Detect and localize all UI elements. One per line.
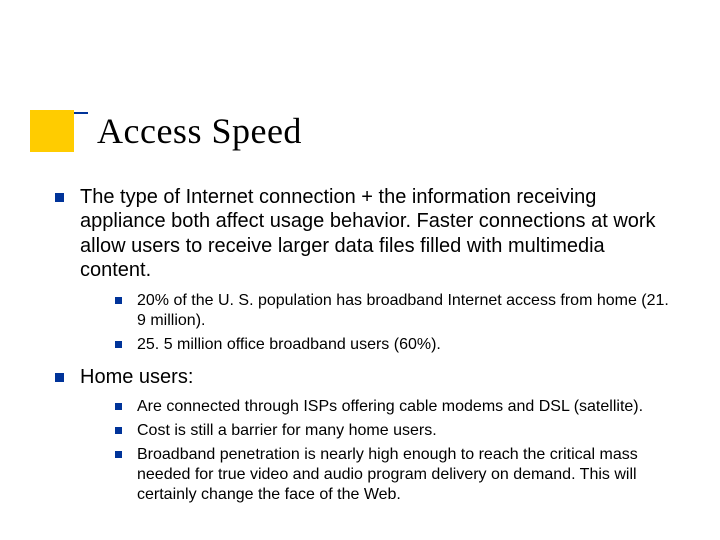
slide-title: Access Speed xyxy=(97,110,302,152)
sub-bullet-item: Are connected through ISPs offering cabl… xyxy=(115,397,675,417)
accent-line xyxy=(74,112,88,114)
sub-bullet-text: Are connected through ISPs offering cabl… xyxy=(137,398,643,415)
slide: Access Speed The type of Internet connec… xyxy=(0,0,720,540)
sub-bullet-item: Cost is still a barrier for many home us… xyxy=(115,421,675,441)
sub-bullet-item: Broadband penetration is nearly high eno… xyxy=(115,445,675,505)
sub-bullet-item: 25. 5 million office broadband users (60… xyxy=(115,335,675,355)
sub-bullet-text: Broadband penetration is nearly high eno… xyxy=(137,446,638,503)
sub-bullet-text: 20% of the U. S. population has broadban… xyxy=(137,292,669,329)
bullet-text: Home users: xyxy=(80,366,193,388)
bullet-item: The type of Internet connection + the in… xyxy=(55,185,675,355)
bullet-item: Home users: Are connected through ISPs o… xyxy=(55,365,675,505)
bullet-list-level2: 20% of the U. S. population has broadban… xyxy=(80,291,675,355)
sub-bullet-text: 25. 5 million office broadband users (60… xyxy=(137,336,441,353)
sub-bullet-item: 20% of the U. S. population has broadban… xyxy=(115,291,675,331)
accent-block xyxy=(30,110,74,152)
bullet-list-level2: Are connected through ISPs offering cabl… xyxy=(80,397,675,505)
sub-bullet-text: Cost is still a barrier for many home us… xyxy=(137,422,437,439)
slide-body: The type of Internet connection + the in… xyxy=(55,185,675,515)
bullet-list-level1: The type of Internet connection + the in… xyxy=(55,185,675,505)
bullet-text: The type of Internet connection + the in… xyxy=(80,186,656,281)
